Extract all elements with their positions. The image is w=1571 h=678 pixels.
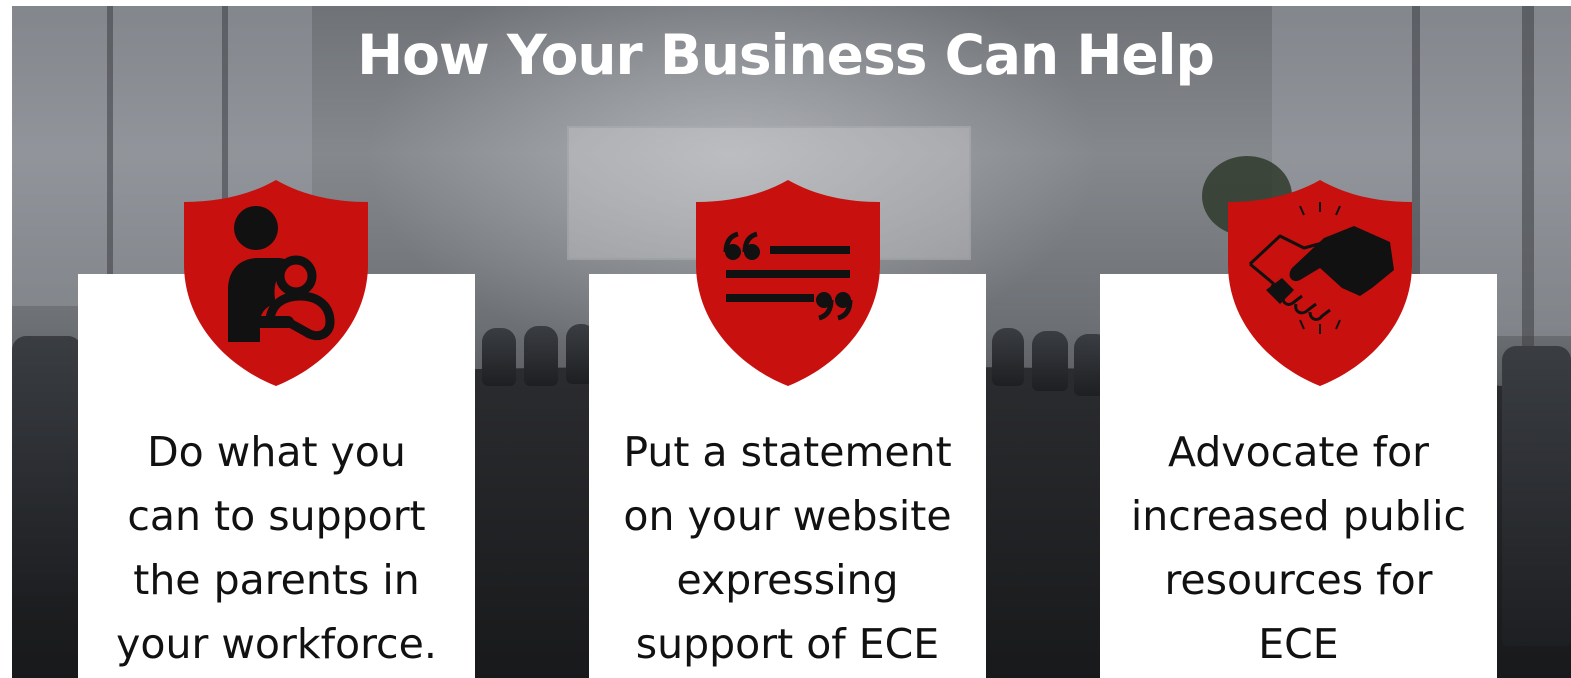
card-text-line: your workforce. — [116, 620, 437, 668]
shield-badge — [178, 172, 374, 392]
card-text-line: Do what you — [147, 428, 406, 476]
card-text-line: the parents in — [133, 556, 420, 604]
handshake-icon — [1228, 180, 1412, 386]
background-chair — [1502, 346, 1571, 646]
card-text-line: resources for — [1164, 556, 1433, 604]
card-text-line: Put a statement — [623, 428, 952, 476]
card-text-line: Advocate for — [1167, 428, 1430, 476]
card-text-line: on your website — [623, 492, 952, 540]
card-text-line: can to support — [127, 492, 426, 540]
shield-badge — [690, 172, 886, 392]
shield-badge — [1222, 172, 1418, 392]
quote-statement-icon — [696, 180, 880, 386]
parent-with-child-icon — [184, 180, 368, 386]
card-text-line: increased public — [1130, 492, 1467, 540]
background-chair — [12, 336, 82, 596]
card-text-line: support of ECE — [635, 620, 940, 668]
background-chair — [524, 326, 558, 386]
background-chair — [992, 328, 1024, 386]
background-chair — [482, 328, 516, 386]
background-chair — [1032, 331, 1068, 391]
card-text-line: ECE — [1258, 620, 1339, 668]
card-text-line: expressing — [676, 556, 899, 604]
page-title: How Your Business Can Help — [357, 23, 1215, 87]
card-text: Advocate for increased public resources … — [1100, 420, 1497, 676]
card-text: Do what you can to support the parents i… — [78, 420, 475, 676]
card-text: Put a statement on your website expressi… — [589, 420, 986, 676]
